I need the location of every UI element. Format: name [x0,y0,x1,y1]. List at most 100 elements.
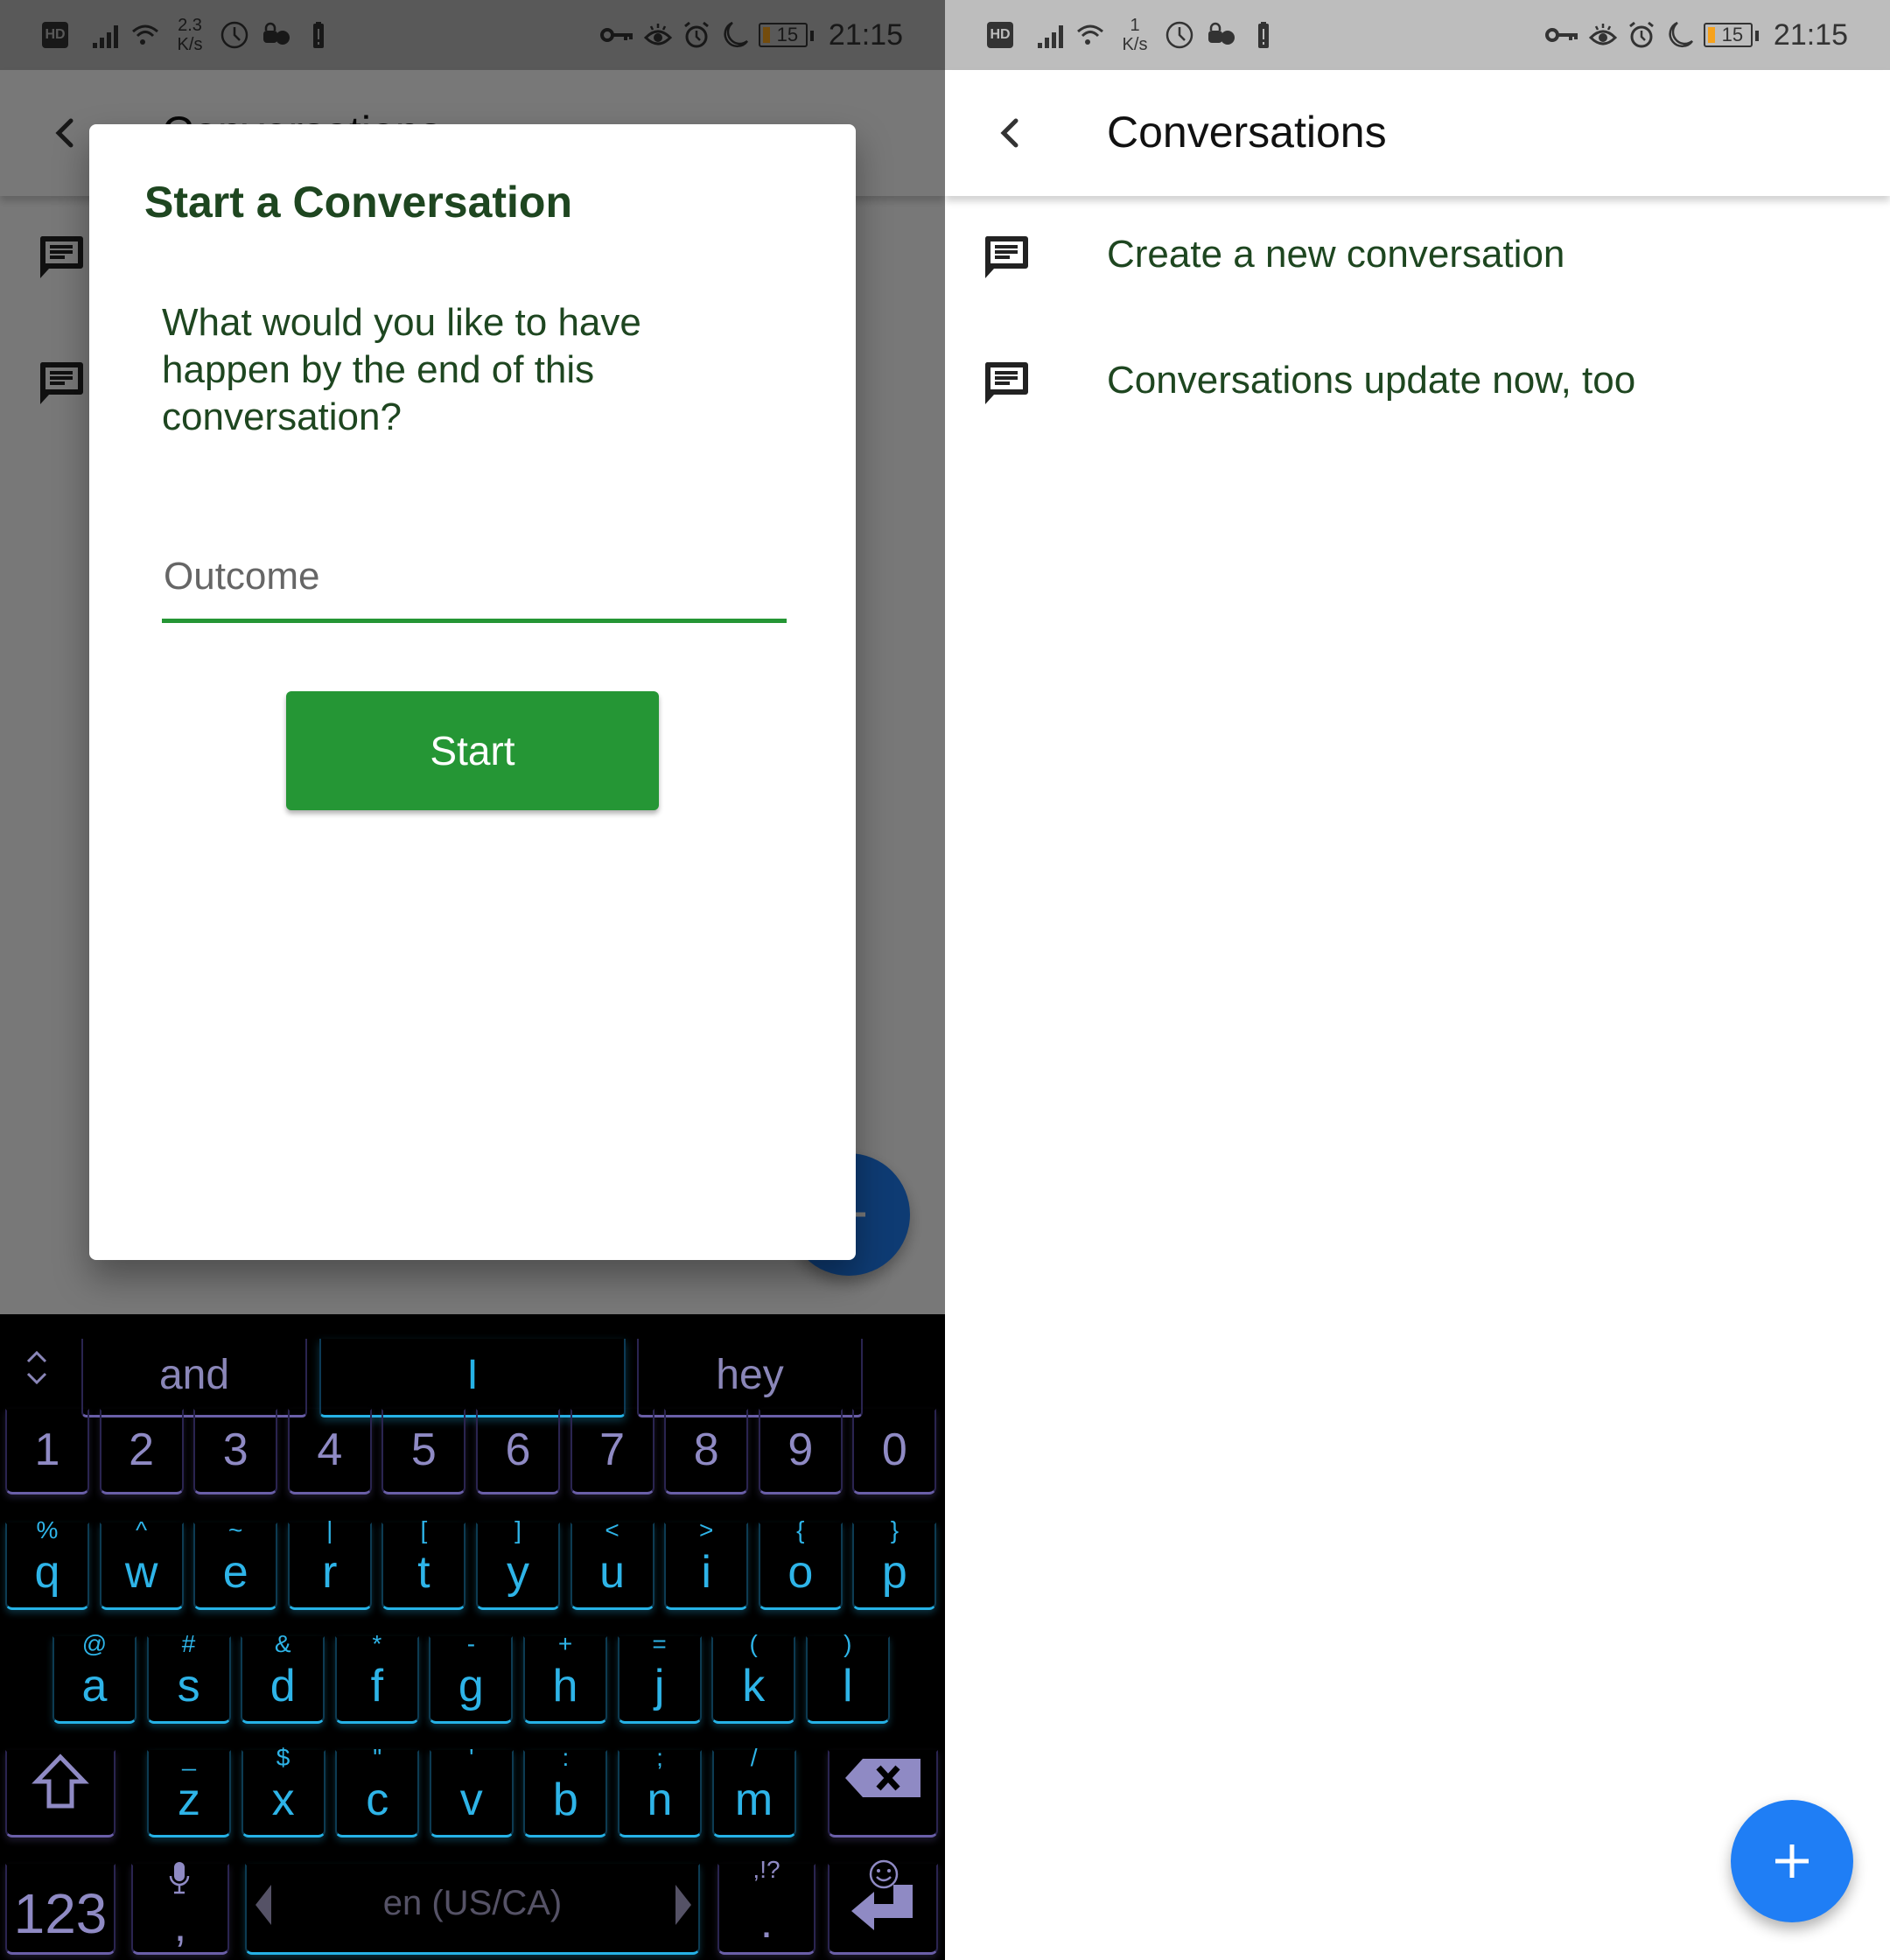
outcome-field[interactable] [162,536,787,623]
key-label: s [177,1661,200,1712]
key-l[interactable]: ) l [805,1631,890,1724]
key-label: . [760,1897,774,1948]
backspace-key[interactable] [828,1750,938,1838]
emoji-icon [868,1858,900,1894]
key-label: 0 [881,1424,907,1475]
key-label: en (US/CA) [382,1884,563,1922]
key-label: q [34,1547,60,1598]
key-s[interactable]: # s [146,1631,231,1724]
key-g[interactable]: -g [429,1631,514,1724]
key-a[interactable]: @ a [52,1631,136,1724]
key-alt-label: : [562,1744,570,1771]
backspace-icon [830,1757,936,1810]
key-u[interactable]: < u [570,1517,654,1610]
key-2[interactable]: 2 [99,1409,184,1494]
key-alt-label: & [274,1630,291,1657]
key-alt-label: @ [81,1630,108,1657]
conversation-item[interactable]: Conversations update now, too [945,322,1890,448]
key-j[interactable]: = j [617,1631,702,1724]
key-alt-label: { [796,1516,805,1544]
key-alt-label: / [750,1744,758,1771]
key-r[interactable]: | r [287,1517,372,1610]
key-label: d [270,1661,296,1712]
key-label: z [178,1774,200,1825]
key-label: 123 [13,1882,108,1945]
suggestion-item[interactable]: I [319,1339,626,1418]
key-0[interactable]: 0 [852,1409,937,1494]
key-alt-label: " [373,1744,382,1771]
key-alt-label: = [652,1630,667,1657]
key-alt-label: | [326,1516,333,1544]
key-6[interactable]: 6 [476,1409,560,1494]
key-label: x [271,1774,295,1825]
key-label: 1 [34,1424,60,1475]
key-d[interactable]: & d [241,1631,326,1724]
key-alt-label: ^ [136,1516,148,1544]
key-label: 7 [599,1424,626,1475]
soft-keyboard: and I hey 1 2 3 4 5 6 7 8 9 0% q ^ w ~ e | r[t] y < u > i{o} p… [0,1314,945,1960]
key-label: g [458,1661,484,1712]
battery-icon: 15 [1703,23,1759,47]
key-b[interactable]: :b [523,1745,608,1838]
suggestion-bar: and I hey [0,1314,945,1418]
key-p[interactable]: } p [852,1517,937,1610]
key-8[interactable]: 8 [664,1409,749,1494]
key-alt-label: _ [182,1744,196,1771]
key-alt-label: ,!? [752,1856,780,1883]
key-alt-label: [ [420,1516,428,1544]
conversation-item[interactable]: Create a new conversation [945,196,1890,322]
space-key[interactable]: en (US/CA) [245,1864,700,1955]
key-y[interactable]: ] y [476,1517,560,1610]
suggestion-item[interactable]: and [81,1339,307,1418]
eye-icon [1588,24,1618,46]
signal-icon [1038,22,1063,48]
key-k[interactable]: (k [711,1631,796,1724]
chevron-left-icon [1000,118,1018,148]
moon-icon [1669,21,1693,48]
key-m[interactable]: / m [711,1745,796,1838]
symbols-key[interactable]: 123 [5,1864,116,1955]
key-z[interactable]: _ z [147,1745,231,1838]
key-w[interactable]: ^ w [99,1517,184,1610]
key-label: 3 [222,1424,248,1475]
key-alt-label: ~ [228,1516,243,1544]
key-f[interactable]: * f [334,1631,419,1724]
conversation-list: Create a new conversation Conversations … [945,196,1890,448]
network-speed: 1 K/s [1122,16,1148,54]
back-button[interactable] [989,112,1031,154]
key-3[interactable]: 3 [193,1409,278,1494]
key-h[interactable]: + h [523,1631,607,1724]
outcome-input[interactable] [162,536,787,618]
key-q[interactable]: % q [5,1517,89,1610]
key-label: e [222,1547,248,1598]
key-c[interactable]: " c [335,1745,420,1838]
key-5[interactable]: 5 [382,1409,466,1494]
key-label: 2 [129,1424,155,1475]
key-label: 9 [788,1424,814,1475]
suggestion-item[interactable]: hey [637,1339,863,1418]
app-bar: Conversations [945,70,1890,196]
key-e[interactable]: ~ e [193,1517,278,1610]
key-o[interactable]: {o [758,1517,843,1610]
key-7[interactable]: 7 [570,1409,654,1494]
key-n[interactable]: ; n [618,1745,702,1838]
key-i[interactable]: > i [664,1517,749,1610]
key-9[interactable]: 9 [758,1409,843,1494]
period-key[interactable]: ,!?. [718,1857,816,1955]
shift-key[interactable] [5,1750,116,1838]
key-label: i [701,1547,711,1598]
key-4[interactable]: 4 [287,1409,372,1494]
key-v[interactable]: ' v [429,1745,514,1838]
key-label: n [647,1774,673,1825]
key-1[interactable]: 1 [5,1409,89,1494]
conversation-label: Create a new conversation [1107,233,1565,276]
chat-icon [984,236,1028,278]
key-label: l [843,1661,853,1712]
start-button[interactable]: Start [286,691,659,810]
key-t[interactable]: [t [382,1517,466,1610]
add-conversation-button[interactable] [1731,1800,1853,1922]
arrow-left-icon [254,1883,273,1931]
expand-suggestions-icon[interactable] [19,1346,54,1390]
key-alt-label: ; [656,1744,663,1771]
key-x[interactable]: $ x [241,1745,326,1838]
